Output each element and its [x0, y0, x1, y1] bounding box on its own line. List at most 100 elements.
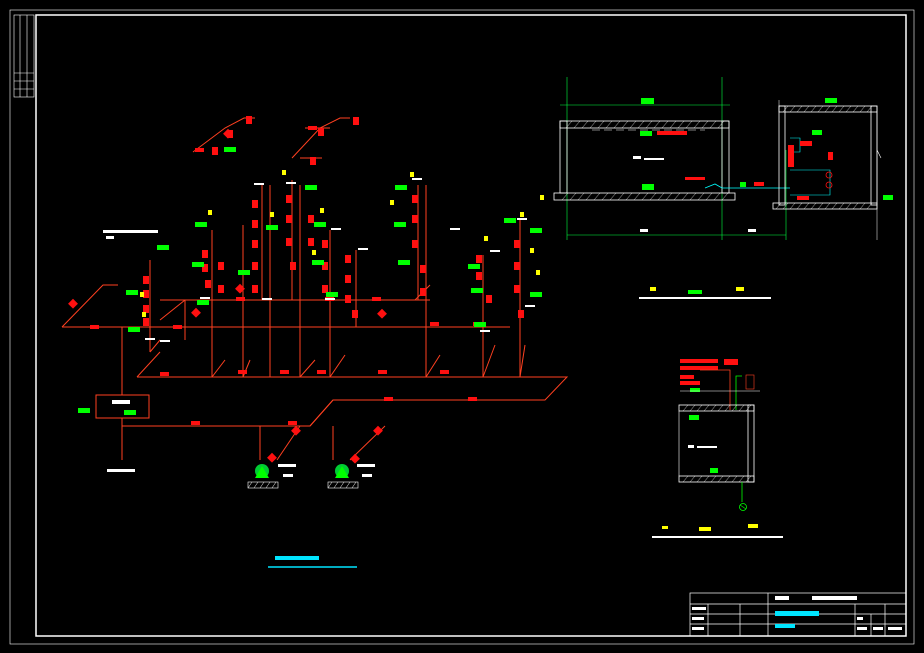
valve-fitting: [476, 272, 482, 280]
head-label: [286, 182, 296, 184]
valve-fitting: [322, 285, 328, 293]
branch-pipe: [242, 359, 251, 378]
pipe-size-tag: [191, 421, 200, 425]
head-label: [450, 228, 460, 230]
marker-tag: [282, 170, 286, 175]
valve-fitting: [143, 276, 149, 284]
callout-bars: [103, 230, 375, 477]
valve-fitting: [218, 262, 224, 270]
elevation-tag: [395, 185, 407, 190]
elevation-tag: [126, 290, 138, 295]
valve-fitting: [476, 255, 482, 263]
elevation-tag: [192, 262, 204, 267]
pipe-size-tag: [160, 372, 169, 376]
title-block-fills: [692, 596, 902, 630]
valve-fitting: [345, 295, 351, 303]
pipe-size-tag: [173, 325, 182, 329]
valve-fitting: [412, 215, 418, 223]
valve-fitting: [310, 157, 316, 165]
valve-fitting: [322, 240, 328, 248]
head-label: [160, 340, 170, 342]
valve-fitting: [308, 238, 314, 246]
elevation-tag: [78, 408, 90, 413]
elevation-tag: [128, 327, 140, 332]
head-label: [325, 298, 335, 300]
valve-fitting: [286, 238, 292, 246]
pipe-size-tag: [372, 297, 381, 301]
tank-plan-section: [553, 77, 893, 299]
branch-pipe: [159, 299, 186, 321]
branch-pipe: [299, 359, 316, 378]
pipe-size-tag: [440, 370, 449, 374]
valve-fitting: [486, 295, 492, 303]
elevation-tag: [326, 292, 338, 297]
branch-pipe: [149, 339, 161, 353]
elevation-tag: [398, 260, 410, 265]
valve-fitting: [412, 195, 418, 203]
valve-fitting: [246, 116, 252, 124]
valve-fitting: [353, 117, 359, 125]
head-label: [412, 178, 422, 180]
binding-strip: [13, 14, 35, 98]
valve-fitting: [286, 215, 292, 223]
head-label: [145, 338, 155, 340]
fitting-group: [68, 116, 544, 464]
marker-tag: [540, 195, 544, 200]
valve-fitting: [252, 240, 258, 248]
pipe-size-tag: [430, 322, 439, 326]
valve-fitting: [290, 262, 296, 270]
head-label: [517, 218, 527, 220]
elevation-tag: [394, 222, 406, 227]
main-system-title: [268, 556, 357, 568]
marker-tag: [410, 172, 414, 177]
elevation-tag: [224, 147, 236, 152]
head-label: [525, 305, 535, 307]
marker-tag: [270, 212, 274, 217]
cad-drawing-canvas: [9, 9, 915, 645]
valve-fitting: [318, 128, 324, 136]
marker-tag: [484, 236, 488, 241]
head-label: [358, 248, 368, 250]
valve-fitting: [252, 200, 258, 208]
valve-fitting: [252, 220, 258, 228]
pipe-size-tag: [280, 370, 289, 374]
pipe-size-tag: [317, 370, 326, 374]
elevation-tag: [530, 228, 542, 233]
head-label: [262, 298, 272, 300]
riser-group: [149, 180, 526, 378]
valve-fitting: [218, 285, 224, 293]
head-label: [200, 297, 210, 299]
check-valve: [191, 307, 201, 318]
elevation-tag: [124, 410, 136, 415]
marker-tag: [320, 208, 324, 213]
pump-left: [247, 464, 279, 489]
valve-fitting: [202, 250, 208, 258]
elevation-tag: [474, 322, 486, 327]
valve-fitting: [412, 240, 418, 248]
pipe-size-tag: [238, 370, 247, 374]
valve-fitting: [286, 195, 292, 203]
valve-fitting: [345, 275, 351, 283]
valve-fitting: [252, 262, 258, 270]
valve-fitting: [352, 310, 358, 318]
elevation-tag: [305, 185, 317, 190]
elevation-tag: [468, 264, 480, 269]
marker-tag: [312, 250, 316, 255]
head-label: [254, 183, 264, 185]
check-valve: [350, 453, 360, 464]
tank-detail-section: [652, 359, 783, 538]
marker-tag: [208, 210, 212, 215]
pipe-size-tag: [378, 370, 387, 374]
marker-tag: [530, 248, 534, 253]
valve-fitting: [518, 310, 524, 318]
elevation-tag: [195, 222, 207, 227]
branch-pipe: [425, 354, 441, 378]
valve-fitting: [205, 280, 211, 288]
check-valve: [373, 425, 383, 436]
elevation-tag: [471, 288, 483, 293]
water-tank-box: [95, 394, 150, 419]
head-label: [490, 250, 500, 252]
isometric-pipe-system: [61, 117, 569, 461]
branch-pipe: [329, 354, 346, 378]
elevation-tag: [530, 292, 542, 297]
